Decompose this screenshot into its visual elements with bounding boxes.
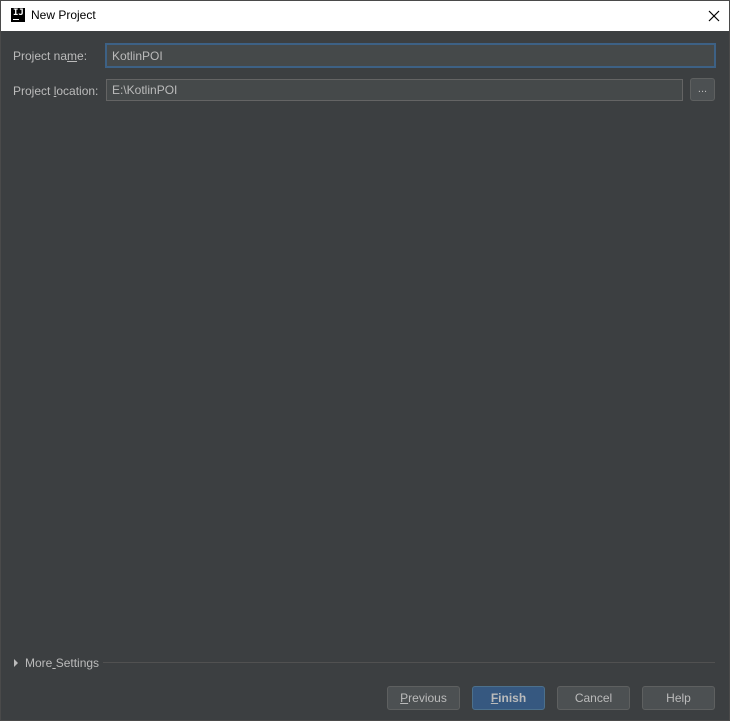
- finish-button-rest: inish: [498, 691, 527, 705]
- project-name-label-post: e:: [77, 49, 88, 63]
- title-bar[interactable]: IJ New Project: [1, 1, 729, 31]
- project-name-input[interactable]: [106, 44, 715, 67]
- new-project-dialog: IJ New Project Project name: Project loc…: [0, 0, 730, 721]
- previous-button[interactable]: Previous: [387, 686, 460, 710]
- more-settings-label-pre: More: [25, 656, 53, 670]
- app-icon-text: IJ: [13, 8, 24, 18]
- browse-location-button[interactable]: ...: [690, 78, 715, 101]
- intellij-app-icon: IJ: [11, 8, 25, 22]
- window-title: New Project: [31, 8, 96, 22]
- project-location-input[interactable]: [106, 79, 683, 101]
- project-name-label: Project name:: [13, 49, 87, 63]
- project-location-label: Project location:: [13, 84, 98, 98]
- more-settings-toggle[interactable]: More Settings: [14, 655, 99, 671]
- help-button[interactable]: Help: [642, 686, 715, 710]
- more-settings-label: More Settings: [25, 656, 99, 670]
- close-icon: [708, 10, 720, 22]
- close-button[interactable]: [699, 1, 729, 31]
- project-name-label-mnemonic: m: [67, 49, 78, 63]
- project-location-label-post: ocation:: [56, 84, 99, 98]
- project-location-label-pre: Project: [13, 84, 54, 98]
- project-name-label-pre: Project na: [13, 49, 68, 63]
- previous-button-rest: revious: [408, 691, 447, 705]
- previous-button-mnemonic: P: [400, 691, 409, 705]
- cancel-button[interactable]: Cancel: [557, 686, 630, 710]
- finish-button[interactable]: Finish: [472, 686, 545, 710]
- more-settings-separator: [103, 662, 715, 663]
- more-settings-label-post: Settings: [55, 656, 100, 670]
- expand-triangle-icon: [14, 659, 18, 667]
